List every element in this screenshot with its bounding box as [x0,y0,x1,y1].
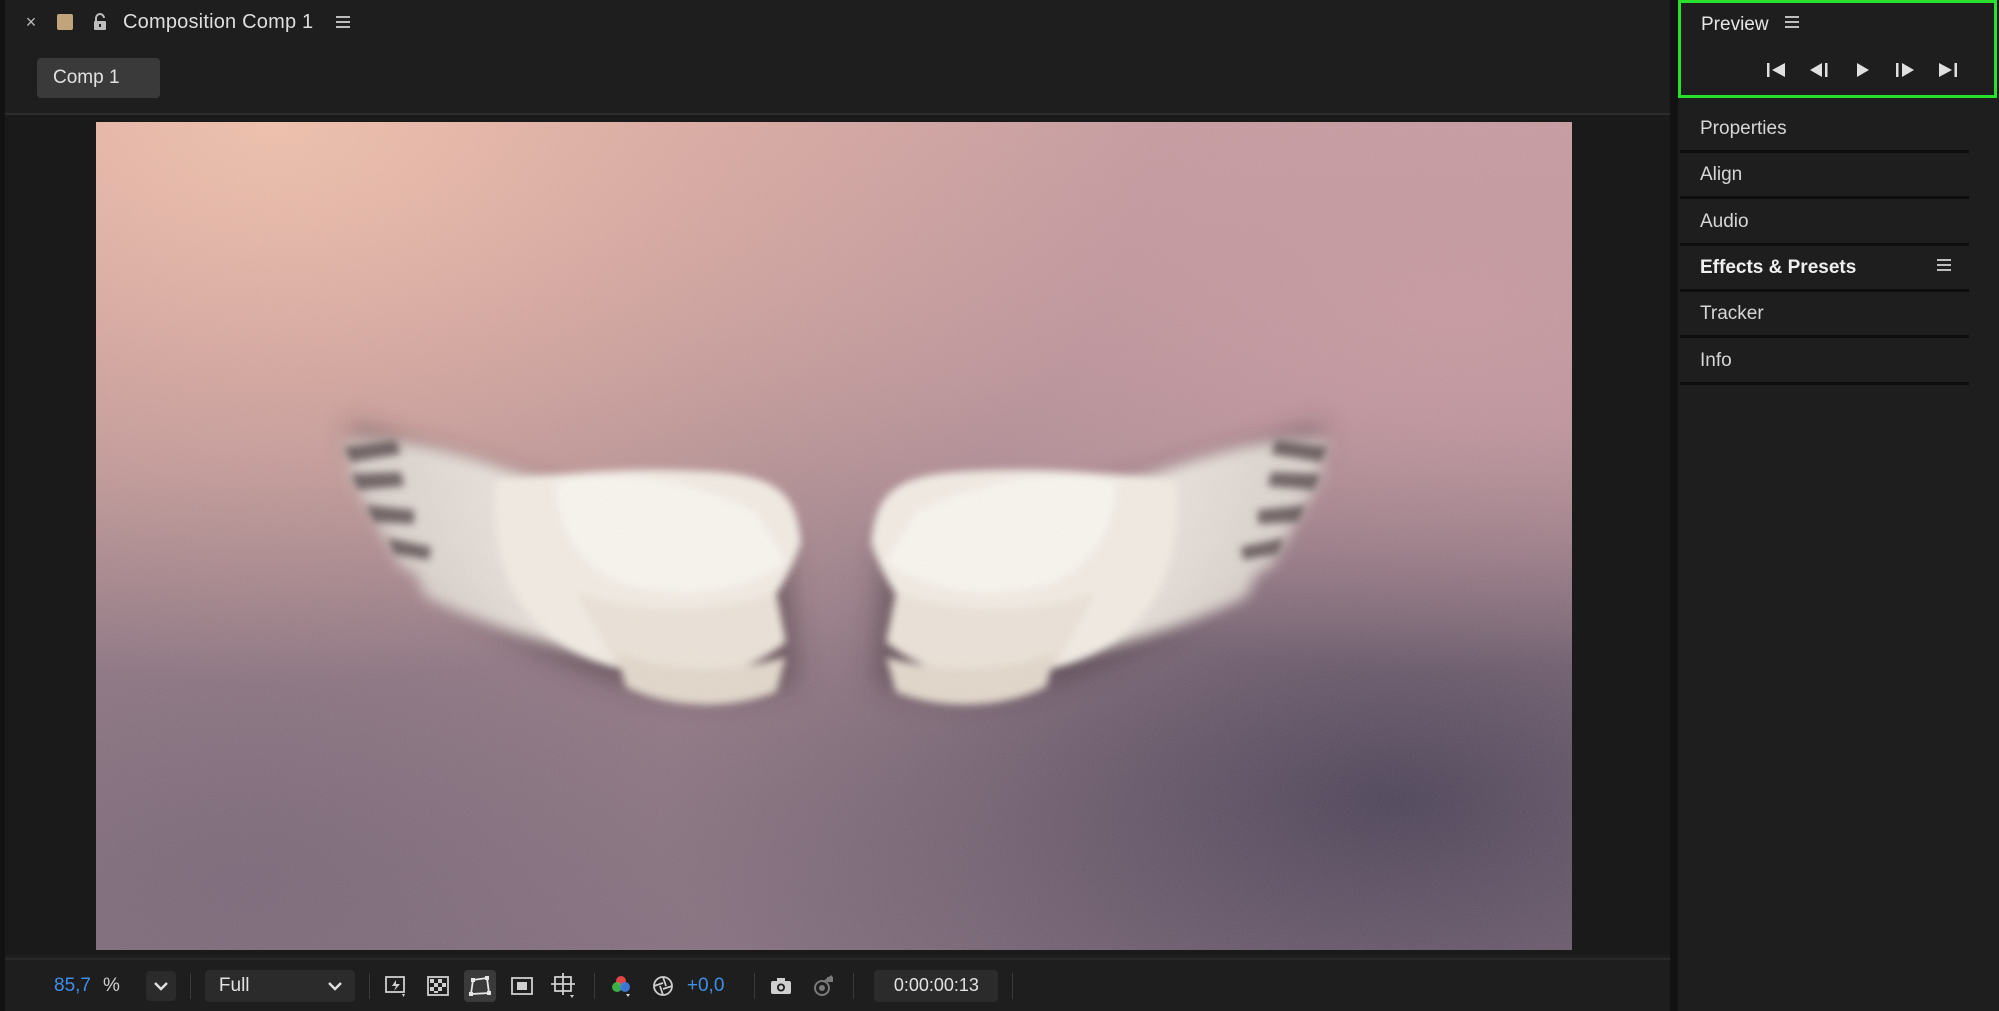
panel-tab-tracker[interactable]: Tracker [1680,292,1969,338]
right-panel: Preview Properties Align Audio Effects &… [1678,0,1999,1011]
composition-viewer[interactable] [96,122,1572,950]
preview-header[interactable]: Preview [1701,13,1801,37]
separator [754,972,756,999]
fast-preview-icon[interactable] [380,970,412,1002]
viewer-toolbar: 85,7 % Full +0,0 0:00:00:13 [5,958,1670,1011]
first-frame-icon[interactable] [1760,55,1792,85]
panel-menu-icon[interactable] [333,12,353,32]
snapshot-camera-icon[interactable] [765,970,797,1002]
last-frame-icon[interactable] [1932,55,1964,85]
region-of-interest-icon[interactable] [506,970,538,1002]
preview-controls [1760,55,1975,85]
panel-tab-align[interactable]: Align [1680,153,1969,199]
chevron-down-icon [328,981,342,991]
resolution-select[interactable]: Full [204,969,355,1002]
panel-tab-label: Effects & Presets [1700,256,1857,278]
angel-wings-image [96,122,1572,950]
lock-icon[interactable] [89,11,111,33]
panel-tab-label: Align [1700,163,1743,185]
zoom-value[interactable]: 85,7 [54,975,91,997]
resolution-value: Full [218,974,250,996]
play-icon[interactable] [1846,55,1878,85]
separator [853,972,855,999]
grid-guides-icon[interactable] [548,970,580,1002]
label-color-swatch[interactable] [57,14,73,30]
exposure-value[interactable]: +0,0 [687,975,725,997]
color-channels-icon[interactable] [605,970,637,1002]
panel-tab-label: Audio [1700,210,1749,232]
panel-tab-effects-presets[interactable]: Effects & Presets [1680,246,1969,292]
separator [593,972,595,999]
preview-title[interactable]: Preview [1701,14,1769,36]
separator [189,972,191,999]
next-frame-icon[interactable] [1889,55,1921,85]
panel-tab-label: Info [1700,349,1732,371]
panel-tab-info[interactable]: Info [1680,339,1969,385]
panel-tab-label: Tracker [1700,302,1764,324]
panel-tab-label: Properties [1700,117,1787,139]
panel-tab-audio[interactable]: Audio [1680,200,1969,246]
close-icon[interactable]: × [23,12,39,33]
preview-panel: Preview [1678,0,1997,98]
composition-title[interactable]: Composition Comp 1 [123,11,313,34]
previous-frame-icon[interactable] [1803,55,1835,85]
transparency-grid-icon[interactable] [422,970,454,1002]
panel-menu-icon[interactable] [1783,13,1801,37]
separator [368,972,370,999]
current-time-display[interactable]: 0:00:00:13 [874,969,999,1002]
panel-menu-icon[interactable] [1935,256,1953,280]
zoom-dropdown-icon[interactable] [145,970,176,1001]
color-management-icon[interactable] [647,970,679,1002]
zoom-unit: % [102,974,120,996]
panel-tab-properties[interactable]: Properties [1680,107,1969,153]
comp-tab[interactable]: Comp 1 [37,58,160,98]
mask-path-visibility-icon[interactable] [463,969,496,1002]
separator [1012,972,1014,999]
show-snapshot-icon[interactable] [807,970,839,1002]
composition-header: × Composition Comp 1 [5,0,1670,44]
